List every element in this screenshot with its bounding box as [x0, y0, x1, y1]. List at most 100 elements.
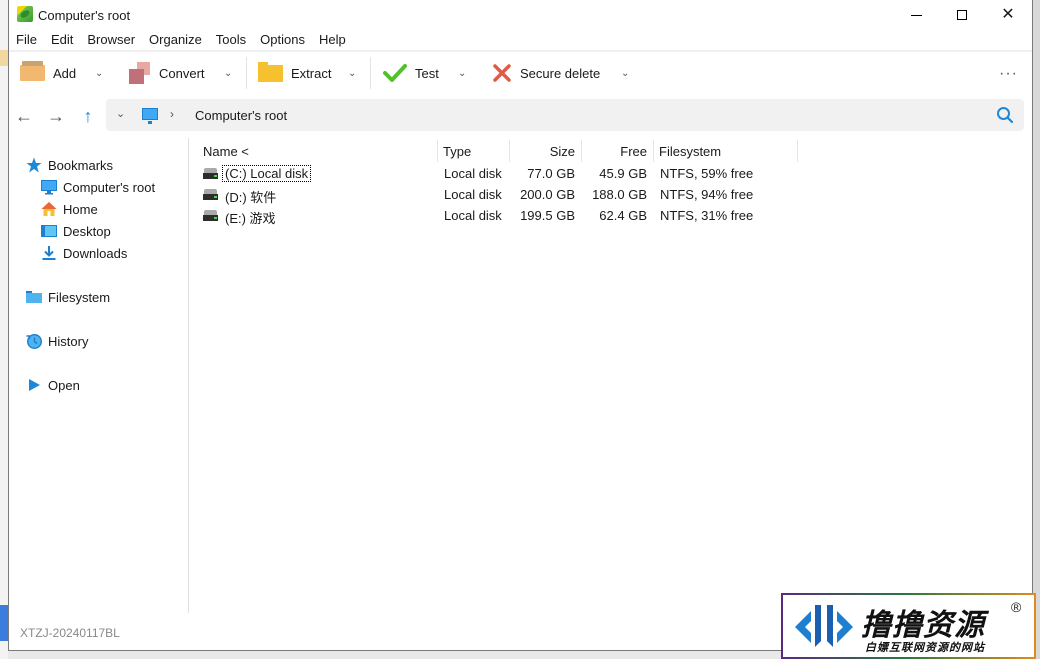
- table-row[interactable]: (E:) 游戏 Local disk 199.5 GB 62.4 GB NTFS…: [197, 205, 797, 226]
- drive-free: 45.9 GB: [599, 166, 647, 181]
- column-header-free[interactable]: Free: [581, 140, 647, 162]
- menu-bar: File Edit Browser Organize Tools Options…: [9, 30, 353, 50]
- minimize-button[interactable]: [893, 0, 939, 30]
- sidebar-item-desktop[interactable]: Desktop: [41, 221, 111, 241]
- menu-organize[interactable]: Organize: [142, 30, 209, 50]
- sidebar-bookmarks[interactable]: Bookmarks: [26, 155, 113, 175]
- toolbar: Add ⌄ Convert ⌄ Extract ⌄ Test ⌄ Secure …: [9, 52, 1032, 94]
- drive-free: 62.4 GB: [599, 208, 647, 223]
- column-header-size[interactable]: Size: [509, 140, 575, 162]
- test-label: Test: [415, 65, 439, 81]
- up-button[interactable]: ↑: [76, 104, 100, 128]
- sidebar-open[interactable]: Open: [26, 375, 80, 395]
- watermark-emblem-icon: [793, 601, 855, 653]
- delete-x-icon: [492, 63, 512, 83]
- extract-button[interactable]: Extract: [258, 60, 331, 86]
- secure-delete-dropdown-button[interactable]: ⌄: [621, 60, 629, 86]
- menu-tools[interactable]: Tools: [209, 30, 253, 50]
- sidebar: Bookmarks Computer's root Home Desktop D: [9, 138, 189, 613]
- column-divider[interactable]: [797, 140, 798, 162]
- secure-delete-button[interactable]: Secure delete: [492, 60, 600, 86]
- back-button[interactable]: ←: [12, 104, 36, 128]
- sidebar-item-label: Computer's root: [63, 179, 156, 195]
- add-dropdown-button[interactable]: ⌄: [95, 60, 103, 86]
- column-header-name[interactable]: Name <: [203, 140, 249, 162]
- folder-icon: [258, 61, 283, 82]
- add-button[interactable]: Add: [20, 60, 76, 86]
- sidebar-item-label: Desktop: [63, 223, 111, 239]
- drive-filesystem: NTFS, 31% free: [660, 208, 754, 223]
- column-header-type[interactable]: Type: [443, 140, 471, 162]
- convert-button[interactable]: Convert: [129, 60, 205, 86]
- drive-filesystem: NTFS, 59% free: [660, 166, 754, 181]
- drive-size: 200.0 GB: [520, 187, 575, 202]
- chevron-down-icon: ⌄: [348, 67, 357, 79]
- watermark-logo: 撸撸资源 ® 白嫖互联网资源的网站: [781, 593, 1036, 659]
- menu-file[interactable]: File: [9, 30, 44, 50]
- folder-icon: [26, 289, 42, 305]
- arrow-left-icon: ←: [15, 105, 33, 126]
- convert-icon: [129, 62, 151, 84]
- sidebar-filesystem[interactable]: Filesystem: [26, 287, 110, 307]
- more-options-icon[interactable]: ···: [999, 65, 1018, 83]
- drive-type: Local disk: [444, 208, 502, 223]
- computer-icon: [142, 108, 158, 124]
- menu-help[interactable]: Help: [312, 30, 353, 50]
- close-icon: ✕: [1001, 6, 1015, 23]
- table-row[interactable]: (C:) Local disk Local disk 77.0 GB 45.9 …: [197, 163, 797, 184]
- sidebar-item-label: Downloads: [63, 245, 128, 261]
- sidebar-filesystem-label: Filesystem: [48, 289, 111, 305]
- drive-name: (C:) Local disk: [221, 165, 312, 182]
- breadcrumb-current[interactable]: Computer's root: [195, 108, 287, 123]
- maximize-icon: [957, 10, 967, 20]
- history-dropdown-icon[interactable]: ⌄: [116, 107, 125, 120]
- minimize-icon: [910, 14, 922, 16]
- hard-drive-icon: [203, 210, 218, 221]
- test-dropdown-button[interactable]: ⌄: [458, 60, 466, 86]
- archive-box-icon: [20, 61, 45, 81]
- navigation-bar: ← → ↑ ⌄ › Computer's root: [9, 98, 1032, 134]
- search-icon[interactable]: [996, 106, 1014, 124]
- menu-edit[interactable]: Edit: [44, 30, 80, 50]
- watermark-title: 撸撸资源: [861, 608, 985, 643]
- download-icon: [41, 245, 57, 261]
- extract-dropdown-button[interactable]: ⌄: [348, 60, 356, 86]
- sidebar-item-home[interactable]: Home: [41, 199, 98, 219]
- sidebar-history[interactable]: History: [26, 331, 88, 351]
- table-row[interactable]: (D:) 软件 Local disk 200.0 GB 188.0 GB NTF…: [197, 184, 797, 205]
- add-label: Add: [53, 65, 77, 81]
- secure-delete-label: Secure delete: [520, 65, 601, 81]
- background-desktop-right: [1033, 0, 1040, 659]
- forward-button[interactable]: →: [44, 104, 68, 128]
- column-header-filesystem[interactable]: Filesystem: [659, 140, 721, 162]
- toolbar-separator: [370, 57, 371, 89]
- menu-options[interactable]: Options: [253, 30, 312, 50]
- test-button[interactable]: Test: [383, 60, 439, 86]
- drive-size: 199.5 GB: [520, 208, 575, 223]
- title-bar[interactable]: Computer's root ✕: [9, 0, 1032, 30]
- checkmark-icon: [383, 64, 407, 82]
- menu-browser[interactable]: Browser: [80, 30, 142, 50]
- sidebar-item-computers-root[interactable]: Computer's root: [41, 177, 155, 197]
- extract-label: Extract: [291, 65, 332, 81]
- chevron-down-icon: ⌄: [621, 67, 630, 79]
- convert-dropdown-button[interactable]: ⌄: [224, 60, 232, 86]
- background-fragment: [0, 605, 8, 641]
- sidebar-item-downloads[interactable]: Downloads: [41, 243, 127, 263]
- drive-filesystem: NTFS, 94% free: [660, 187, 754, 202]
- drive-name: (D:) 软件: [225, 190, 277, 205]
- background-fragment: [0, 50, 8, 66]
- address-bar[interactable]: ⌄ › Computer's root: [106, 99, 1024, 131]
- maximize-button[interactable]: [939, 0, 985, 30]
- breadcrumb-separator-icon[interactable]: ›: [170, 107, 174, 121]
- chevron-down-icon: ⌄: [95, 67, 104, 79]
- hard-drive-icon: [203, 189, 218, 200]
- column-divider[interactable]: [437, 140, 438, 162]
- sidebar-bookmarks-label: Bookmarks: [48, 157, 114, 173]
- toolbar-separator: [246, 57, 247, 89]
- chevron-down-icon: ⌄: [224, 67, 233, 79]
- sidebar-open-label: Open: [48, 377, 80, 393]
- status-bar-text: XTZJ-20240117BL: [20, 626, 120, 640]
- close-button[interactable]: ✕: [985, 0, 1031, 30]
- column-divider[interactable]: [653, 140, 654, 162]
